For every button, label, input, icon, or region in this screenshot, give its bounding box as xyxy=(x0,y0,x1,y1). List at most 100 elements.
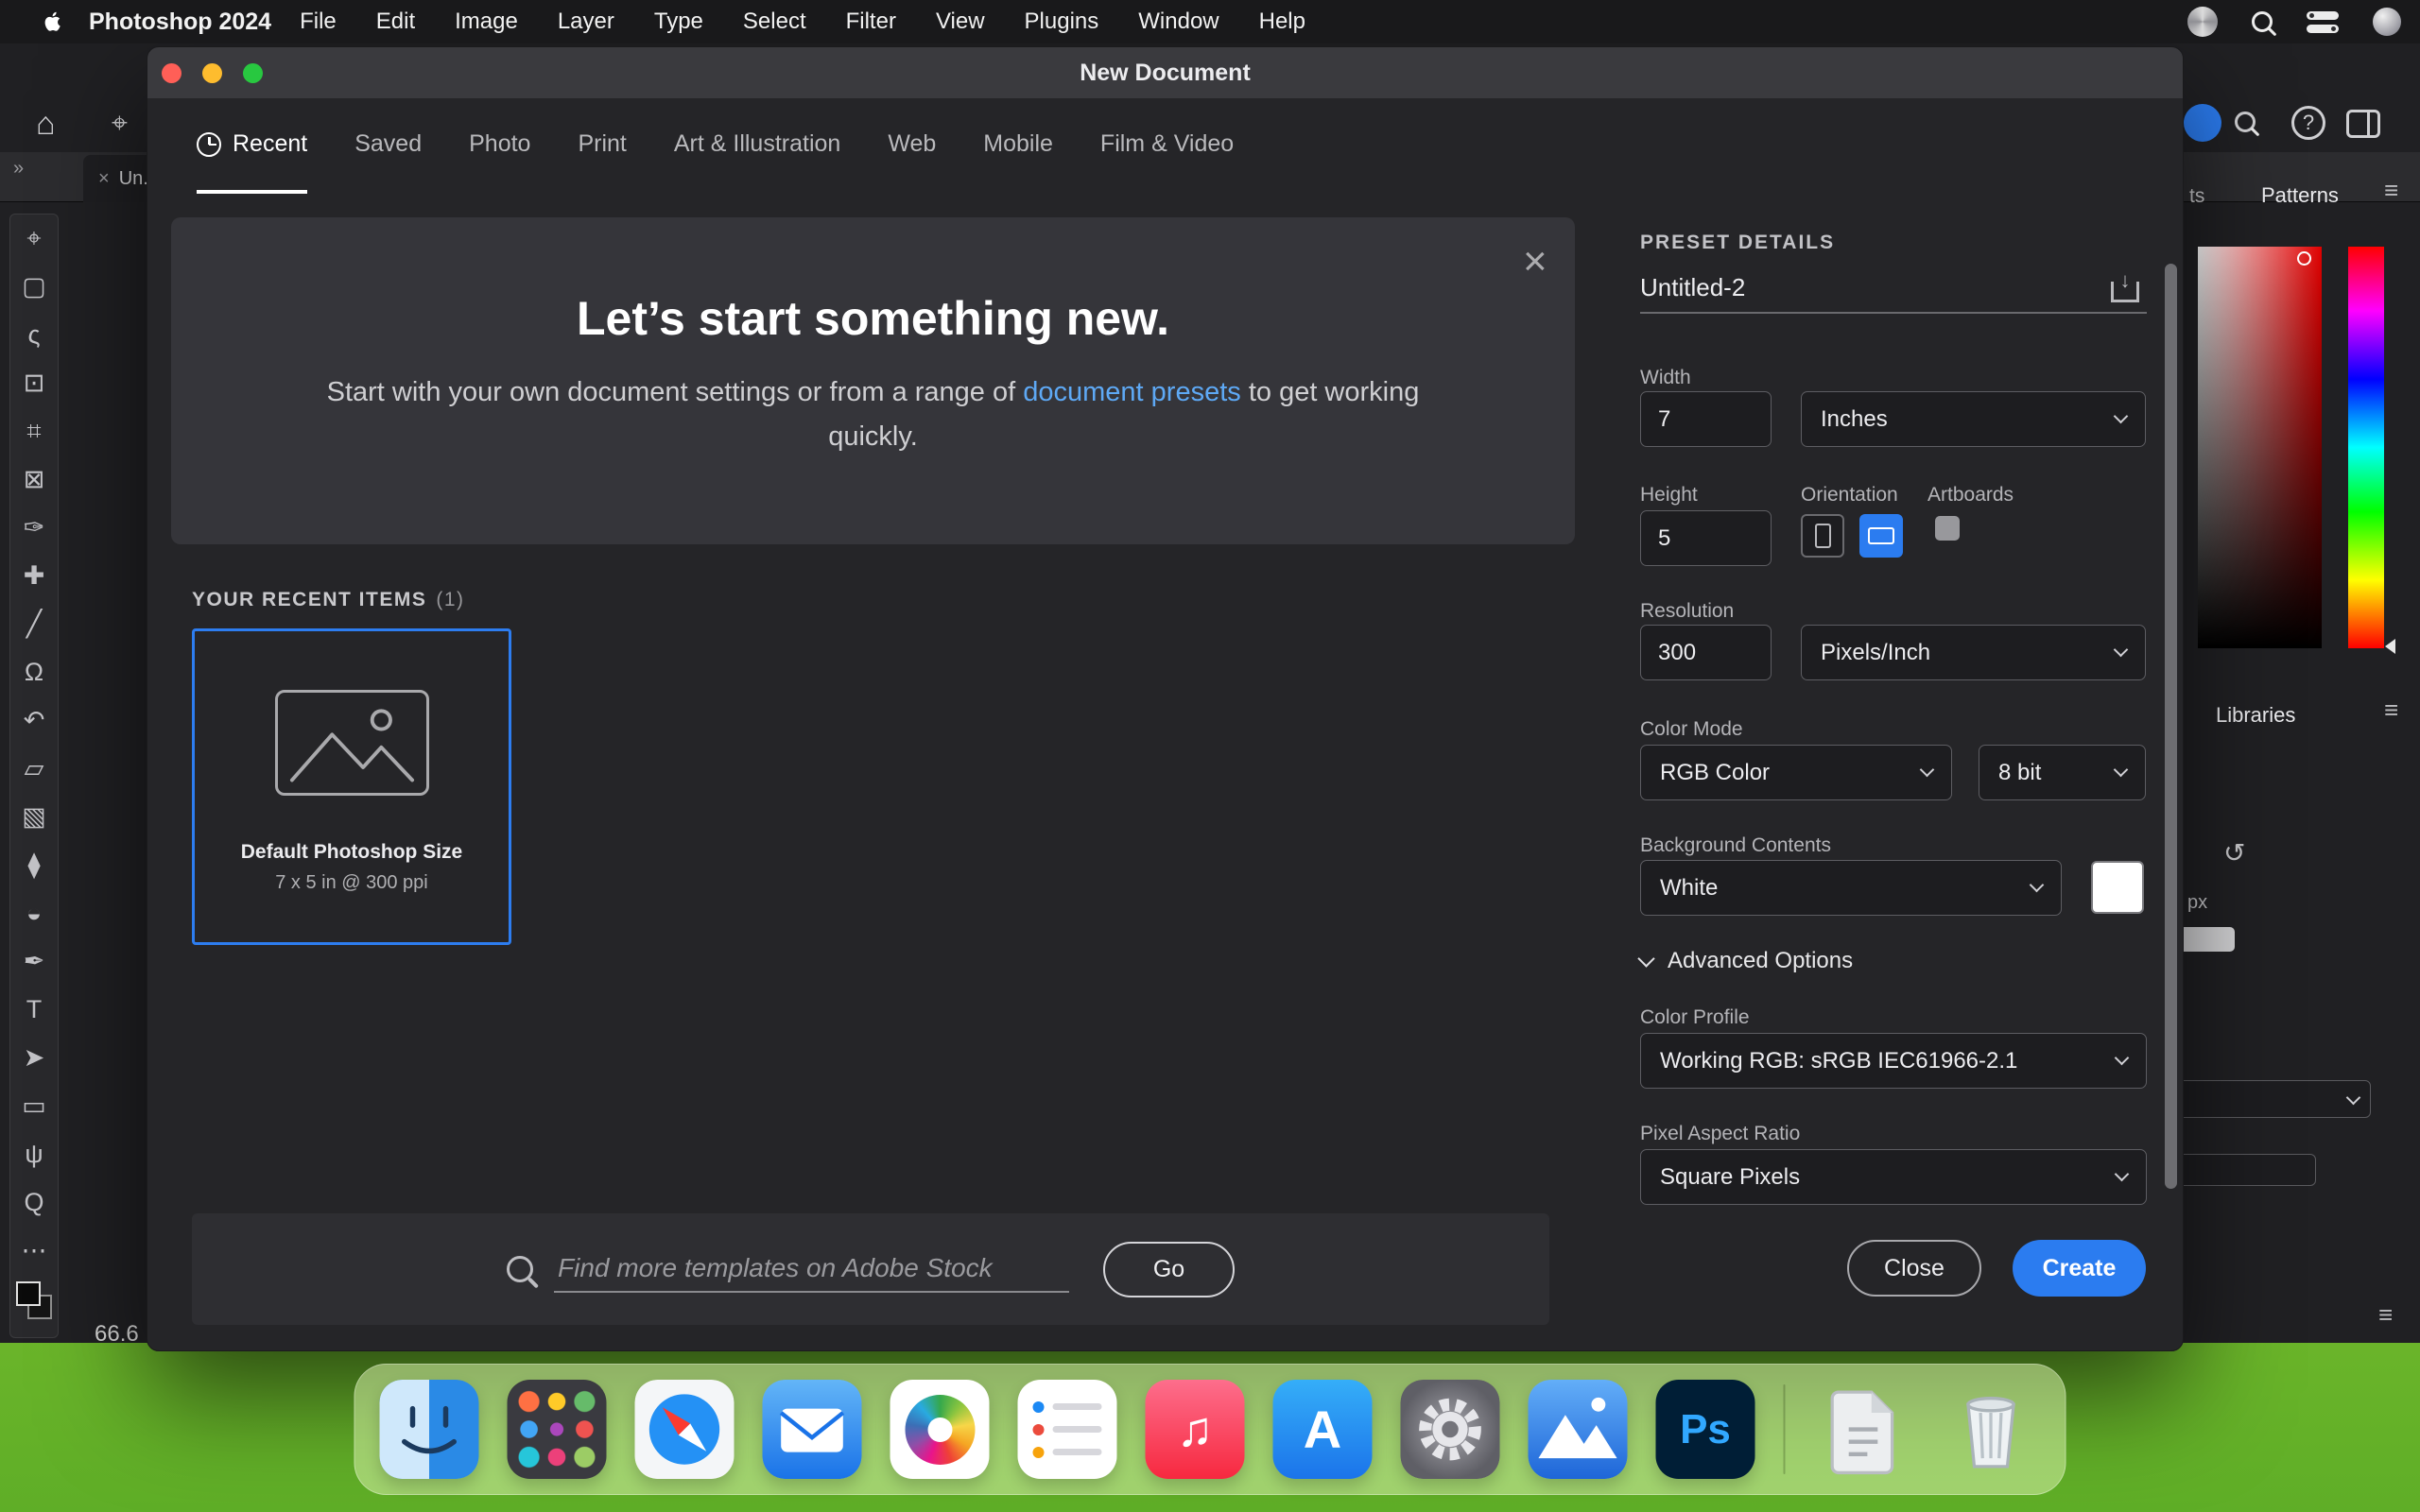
menu-item[interactable]: Layer xyxy=(558,9,614,35)
stock-search-input[interactable] xyxy=(554,1246,1069,1293)
orientation-portrait-button[interactable] xyxy=(1801,514,1844,558)
recent-item-card[interactable]: Default Photoshop Size 7 x 5 in @ 300 pp… xyxy=(192,628,511,945)
background-color-swatch[interactable] xyxy=(2091,861,2144,914)
dialog-scrollbar[interactable] xyxy=(2165,264,2177,1189)
minimize-window-button[interactable] xyxy=(202,63,222,83)
document-dock-icon[interactable] xyxy=(1814,1380,1913,1479)
app-store-dock-icon[interactable]: A xyxy=(1272,1380,1373,1479)
healing-brush-tool[interactable]: ✚ xyxy=(9,552,59,600)
height-input[interactable] xyxy=(1640,510,1772,566)
dialog-tab[interactable]: Art & Illustration xyxy=(674,98,840,194)
document-presets-link[interactable]: document presets xyxy=(1023,377,1241,407)
panel-tab-partial[interactable]: ts xyxy=(2189,185,2204,208)
siri-icon[interactable] xyxy=(2373,8,2401,36)
dialog-tab[interactable]: Web xyxy=(888,98,936,194)
system-settings-dock-icon[interactable] xyxy=(1400,1380,1500,1479)
menu-item[interactable]: Plugins xyxy=(1025,9,1099,35)
crop-tool[interactable]: ⌗ xyxy=(9,407,59,455)
menu-item[interactable]: Type xyxy=(654,9,703,35)
type-tool[interactable]: T xyxy=(9,986,59,1034)
go-button[interactable]: Go xyxy=(1103,1241,1235,1297)
menu-item[interactable]: Edit xyxy=(376,9,415,35)
mail-dock-icon[interactable] xyxy=(762,1380,862,1479)
panel-tab-patterns[interactable]: Patterns xyxy=(2261,183,2339,208)
color-profile-dropdown[interactable]: Working RGB: sRGB IEC61966-2.1 xyxy=(1640,1033,2147,1089)
marquee-tool[interactable]: ▢ xyxy=(9,263,59,311)
width-input[interactable] xyxy=(1640,391,1772,447)
close-button[interactable]: Close xyxy=(1847,1240,1981,1297)
width-unit-dropdown[interactable]: Inches xyxy=(1801,391,2146,447)
hero-close-icon[interactable]: × xyxy=(1523,241,1547,283)
panel-tab-libraries[interactable]: Libraries xyxy=(2216,703,2295,728)
blur-tool[interactable]: ⧫ xyxy=(9,841,59,889)
partial-dropdown[interactable] xyxy=(2163,1080,2371,1118)
share-cloud-button[interactable] xyxy=(2184,104,2221,142)
bit-depth-dropdown[interactable]: 8 bit xyxy=(1979,745,2146,800)
gradient-tool[interactable]: ▧ xyxy=(9,793,59,841)
photos-dock-icon[interactable] xyxy=(890,1380,990,1479)
launchpad-dock-icon[interactable] xyxy=(507,1380,607,1479)
help-icon[interactable]: ? xyxy=(2291,106,2325,140)
finder-dock-icon[interactable] xyxy=(379,1380,479,1479)
spotlight-search-icon[interactable] xyxy=(2252,11,2273,32)
create-button[interactable]: Create xyxy=(2013,1240,2146,1297)
eyedropper-tool[interactable]: ✑ xyxy=(9,504,59,552)
advanced-options-toggle[interactable]: Advanced Options xyxy=(1637,948,1853,974)
lasso-tool[interactable]: ς xyxy=(9,311,59,359)
path-selection-tool[interactable]: ➤ xyxy=(9,1034,59,1082)
hue-slider-marker[interactable] xyxy=(2385,639,2395,654)
menu-item[interactable]: Image xyxy=(455,9,518,35)
swirl-app-icon[interactable] xyxy=(2187,7,2218,37)
color-picker-field[interactable] xyxy=(2198,247,2322,648)
clone-stamp-tool[interactable]: Ω xyxy=(9,648,59,696)
resolution-input[interactable] xyxy=(1640,625,1772,680)
partial-input[interactable] xyxy=(2174,1154,2316,1186)
rectangle-tool[interactable]: ▭ xyxy=(9,1082,59,1130)
menu-item[interactable]: Filter xyxy=(846,9,896,35)
apple-menu-icon[interactable] xyxy=(42,10,64,33)
zoom-tool[interactable]: Q xyxy=(9,1178,59,1227)
libraries-panel-menu-icon[interactable]: ≡ xyxy=(2384,696,2398,725)
color-mode-dropdown[interactable]: RGB Color xyxy=(1640,745,1952,800)
brush-tool[interactable]: ╱ xyxy=(9,600,59,648)
pen-tool[interactable]: ✒ xyxy=(9,937,59,986)
artboards-checkbox[interactable] xyxy=(1935,516,1960,541)
tab-close-icon[interactable]: × xyxy=(98,168,110,190)
menu-item[interactable]: Help xyxy=(1259,9,1305,35)
menu-item[interactable]: Select xyxy=(743,9,806,35)
move-tool[interactable]: ⌖ xyxy=(9,215,59,263)
dodge-tool[interactable]: ◒ xyxy=(9,889,59,937)
panel-toggle-icon[interactable] xyxy=(2346,110,2380,138)
dialog-tab[interactable]: Photo xyxy=(469,98,530,194)
eraser-tool[interactable]: ▱ xyxy=(9,745,59,793)
hand-tool[interactable]: ψ xyxy=(9,1130,59,1178)
history-brush-tool[interactable]: ↶ xyxy=(9,696,59,745)
dialog-tab[interactable]: Recent xyxy=(197,98,308,194)
photoshop-dock-icon[interactable]: Ps xyxy=(1655,1380,1755,1479)
zoom-level-field[interactable]: 66.6 xyxy=(95,1321,139,1348)
reminders-dock-icon[interactable] xyxy=(1017,1380,1117,1479)
menu-item[interactable]: View xyxy=(936,9,985,35)
foreground-color-swatch[interactable] xyxy=(16,1281,41,1306)
resolution-unit-dropdown[interactable]: Pixels/Inch xyxy=(1801,625,2146,680)
zoom-window-button[interactable] xyxy=(243,63,263,83)
orientation-landscape-button[interactable] xyxy=(1859,514,1903,558)
control-center-icon[interactable] xyxy=(2307,10,2339,33)
dialog-tab[interactable]: Film & Video xyxy=(1100,98,1234,194)
frame-tool[interactable]: ⊠ xyxy=(9,455,59,504)
photos-blue-app-dock-icon[interactable] xyxy=(1528,1380,1628,1479)
music-dock-icon[interactable]: ♫ xyxy=(1145,1380,1245,1479)
dialog-tab[interactable]: Print xyxy=(578,98,626,194)
patterns-panel-menu-icon[interactable]: ≡ xyxy=(2384,176,2398,205)
hue-slider[interactable] xyxy=(2348,247,2384,648)
pixel-aspect-ratio-dropdown[interactable]: Square Pixels xyxy=(1640,1149,2147,1205)
close-window-button[interactable] xyxy=(162,63,182,83)
trash-dock-icon[interactable] xyxy=(1942,1380,2041,1479)
home-icon[interactable]: ⌂ xyxy=(36,106,56,143)
menu-app-name[interactable]: Photoshop 2024 xyxy=(89,9,271,36)
background-contents-dropdown[interactable]: White xyxy=(1640,860,2062,916)
menu-item[interactable]: Window xyxy=(1138,9,1219,35)
object-selection-tool[interactable]: ⊡ xyxy=(9,359,59,407)
ps-search-icon[interactable] xyxy=(2235,112,2256,132)
save-preset-icon[interactable]: ↓ xyxy=(2111,268,2139,302)
